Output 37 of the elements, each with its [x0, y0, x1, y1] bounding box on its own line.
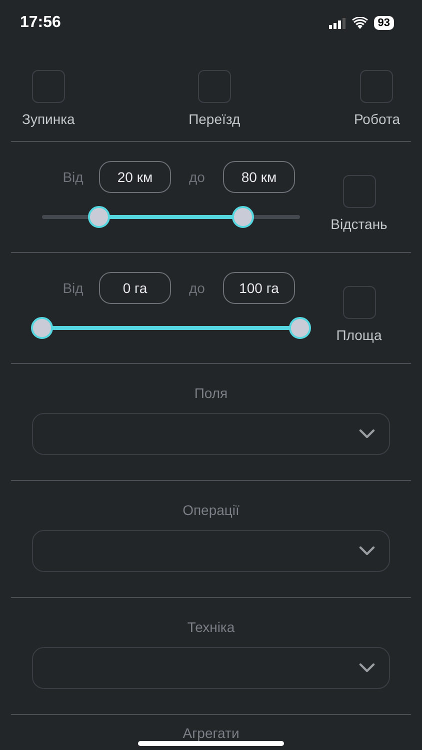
checkbox[interactable] — [342, 174, 376, 208]
from-field[interactable]: 20 км — [99, 161, 171, 193]
checkbox-label: Площа — [336, 326, 382, 342]
slider-thumb[interactable] — [88, 206, 110, 228]
range-slider[interactable] — [32, 317, 310, 339]
wifi-icon — [352, 17, 368, 29]
checkbox[interactable] — [342, 286, 376, 318]
checkbox[interactable] — [360, 70, 394, 103]
slider-thumb[interactable] — [31, 317, 53, 339]
dropdown-field[interactable] — [32, 530, 390, 572]
from-label: Від — [62, 169, 84, 185]
signal-icon — [328, 18, 346, 28]
from-field[interactable]: 0 га — [99, 272, 171, 304]
dropdown-field[interactable] — [32, 647, 390, 689]
to-field[interactable]: 80 км — [223, 161, 295, 193]
to-field[interactable]: 100 га — [223, 272, 295, 304]
chevron-down-icon — [359, 429, 375, 439]
dropdown-label: Поля — [194, 385, 228, 401]
to-label: до — [188, 280, 206, 296]
chevron-down-icon — [359, 546, 375, 556]
dropdown-label: Операції — [182, 502, 240, 518]
checkbox[interactable] — [32, 70, 65, 103]
dropdown-field[interactable] — [32, 413, 390, 455]
dropdown-label: Техніка — [187, 619, 235, 635]
status-time: 17:56 — [20, 14, 61, 32]
slider-thumb[interactable] — [289, 317, 311, 339]
to-label: до — [188, 169, 206, 185]
from-label: Від — [62, 280, 84, 296]
checkbox-label: Робота — [354, 111, 400, 127]
checkbox-label: Зупинка — [22, 111, 75, 127]
battery-level: 93 — [374, 16, 394, 30]
checkbox-label: Відстань — [330, 216, 388, 232]
slider-thumb[interactable] — [232, 206, 254, 228]
chevron-down-icon — [359, 663, 375, 673]
section-label: Агрегати — [182, 725, 240, 741]
checkbox-label: Переїзд — [188, 111, 240, 127]
checkbox[interactable] — [198, 70, 231, 103]
